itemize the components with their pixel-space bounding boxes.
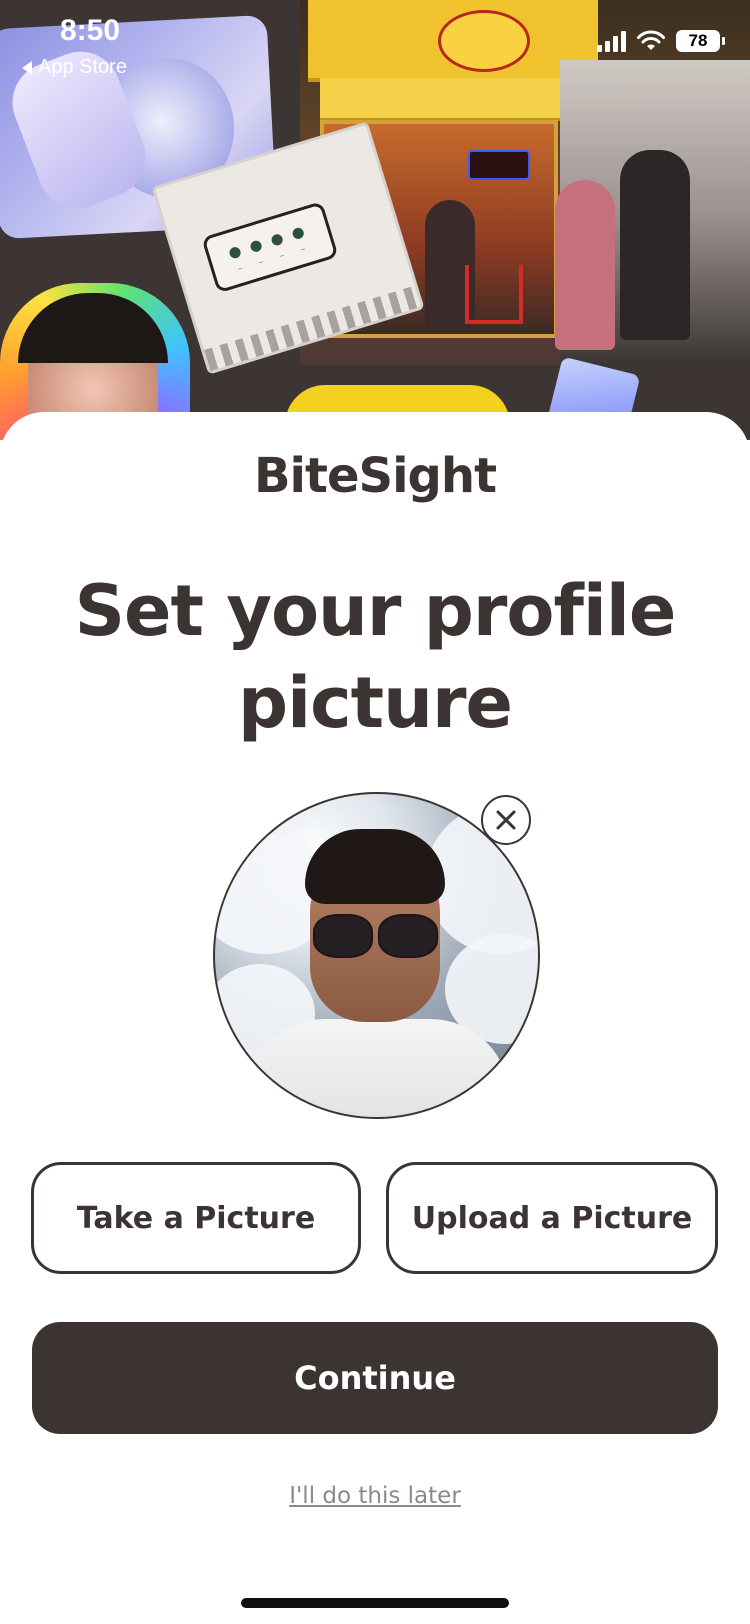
remove-photo-button[interactable] bbox=[481, 795, 531, 845]
header-collage: 8:50 App Store 78 bbox=[0, 0, 750, 440]
sunglasses bbox=[313, 914, 438, 958]
back-to-app-store[interactable]: App Store bbox=[22, 56, 127, 79]
close-icon bbox=[496, 810, 516, 830]
skip-link[interactable]: I'll do this later bbox=[0, 1483, 750, 1509]
back-arrow-icon bbox=[22, 60, 32, 75]
profile-picture-preview bbox=[213, 792, 540, 1119]
battery-icon: 78 bbox=[676, 30, 725, 52]
status-time: 8:50 bbox=[60, 14, 121, 47]
home-indicator bbox=[241, 1598, 509, 1608]
brand-logo: BiteSight bbox=[253, 448, 497, 504]
page-title: Set your profile picture bbox=[74, 570, 677, 744]
status-icons: 78 bbox=[597, 30, 725, 52]
take-picture-button[interactable]: Take a Picture bbox=[31, 1162, 361, 1274]
cellular-signal-icon bbox=[597, 30, 626, 52]
continue-button[interactable]: Continue bbox=[32, 1322, 718, 1434]
open-neon-sign bbox=[468, 150, 530, 180]
battery-level: 78 bbox=[688, 31, 708, 50]
upload-picture-button[interactable]: Upload a Picture bbox=[386, 1162, 718, 1274]
back-label: App Store bbox=[38, 56, 127, 78]
wifi-icon bbox=[637, 30, 665, 50]
